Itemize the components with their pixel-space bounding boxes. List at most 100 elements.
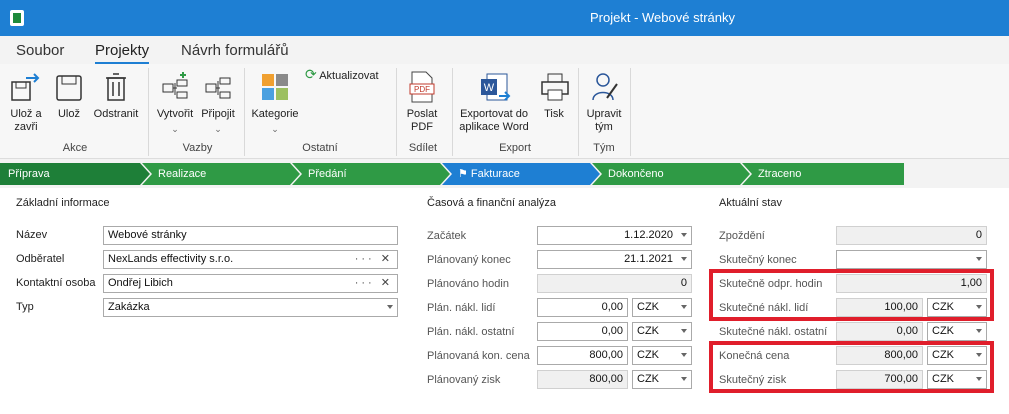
planned-other-cost-input[interactable]: 0,00: [537, 322, 628, 341]
currency-select[interactable]: CZK: [632, 370, 692, 389]
trash-icon: [106, 73, 126, 101]
category-button[interactable]: Kategorie ⌄: [250, 70, 300, 136]
create-button[interactable]: Vytvořit ⌄: [155, 70, 195, 136]
word-icon: W: [481, 73, 511, 101]
stage-fakturace[interactable]: ⚑ Fakturace: [442, 163, 600, 185]
ribbon-separator: [578, 68, 579, 156]
stage-realizace[interactable]: Realizace: [142, 163, 300, 185]
create-link-icon: [162, 72, 188, 99]
refresh-button[interactable]: ⟳ Aktualizovat: [305, 67, 390, 83]
export-word-button[interactable]: W Exportovat do aplikace Word: [456, 70, 532, 134]
currency-select[interactable]: CZK: [927, 322, 987, 341]
delete-button[interactable]: Odstranit: [92, 70, 140, 121]
chevron-down-icon: [681, 233, 687, 237]
attach-label: Připojit: [201, 108, 235, 120]
status-heading: Aktuální stav: [719, 197, 782, 209]
send-pdf-button[interactable]: PDF Poslat PDF: [402, 70, 442, 134]
highlight-real-costs: [709, 269, 994, 321]
chevron-down-icon: [681, 377, 687, 381]
stage-predani[interactable]: Předání: [292, 163, 450, 185]
refresh-label: Aktualizovat: [319, 70, 379, 82]
lookup-actions-icon[interactable]: ··· ✕: [355, 275, 393, 292]
planned-people-cost-input[interactable]: 0,00: [537, 298, 628, 317]
category-label: Kategorie: [251, 108, 299, 120]
type-label: Typ: [16, 301, 34, 313]
currency-select[interactable]: CZK: [632, 346, 692, 365]
currency-value: CZK: [637, 349, 659, 361]
customer-lookup[interactable]: NexLands effectivity s.r.o. ··· ✕: [103, 250, 398, 269]
planned-hours-label: Plánováno hodin: [427, 278, 509, 290]
stage-fakturace-label: Fakturace: [470, 168, 520, 180]
basic-info-heading: Základní informace: [16, 197, 110, 209]
planned-price-label: Plánovaná kon. cena: [427, 350, 530, 362]
real-end-field[interactable]: [836, 250, 987, 269]
ribbon: Ulož a zavři Ulož Odstranit Akce Vytvoři…: [0, 64, 1009, 159]
pdf-badge-text: PDF: [414, 85, 430, 94]
chevron-down-icon: [976, 329, 982, 333]
save-label: Ulož: [57, 108, 80, 120]
attach-button[interactable]: Připojit ⌄: [199, 70, 237, 136]
stage-bar: Příprava Realizace Předání ⚑ Fakturace D…: [0, 163, 1009, 185]
start-label: Začátek: [427, 230, 467, 242]
real-other-cost-field: 0,00: [836, 322, 923, 341]
export-word-label: Exportovat do aplikace Word: [459, 108, 529, 133]
stage-dokonceno[interactable]: Dokončeno: [592, 163, 750, 185]
lookup-actions-icon[interactable]: ··· ✕: [355, 251, 393, 268]
contact-label: Kontaktní osoba: [16, 277, 96, 289]
save-icon: [56, 75, 82, 101]
group-vazby: Vazby: [182, 142, 213, 154]
ribbon-separator: [148, 68, 149, 156]
real-end-label: Skutečný konec: [719, 254, 797, 266]
group-tym: Tým: [593, 142, 615, 154]
edit-team-button[interactable]: Upravit tým: [584, 70, 624, 134]
currency-value: CZK: [932, 325, 954, 337]
tab-soubor[interactable]: Soubor: [16, 42, 64, 59]
stage-priprava[interactable]: Příprava: [0, 163, 150, 185]
group-sdilet: Sdílet: [408, 142, 438, 154]
word-badge-text: W: [484, 82, 495, 94]
customer-value: NexLands effectivity s.r.o.: [108, 253, 234, 265]
planned-end-field[interactable]: 21.1.2021: [537, 250, 692, 269]
attach-link-icon: [205, 77, 231, 99]
save-close-icon: [11, 73, 40, 101]
currency-select[interactable]: CZK: [632, 298, 692, 317]
title-bar: Projekt - Webové stránky: [0, 0, 1009, 36]
print-label: Tisk: [544, 108, 564, 120]
currency-select[interactable]: CZK: [632, 322, 692, 341]
planned-end-label: Plánovaný konec: [427, 254, 511, 266]
save-button[interactable]: Ulož: [54, 70, 84, 121]
window-title: Projekt - Webové stránky: [590, 10, 735, 25]
delay-field: 0: [836, 226, 987, 245]
chevron-down-icon: [681, 329, 687, 333]
group-ostatni: Ostatní: [302, 142, 338, 154]
pdf-icon: PDF: [409, 71, 435, 103]
chevron-down-icon: [681, 257, 687, 261]
send-pdf-label: Poslat PDF: [406, 108, 438, 133]
contact-value: Ondřej Libich: [108, 277, 173, 289]
contact-lookup[interactable]: Ondřej Libich ··· ✕: [103, 274, 398, 293]
ribbon-separator: [630, 68, 631, 156]
currency-value: CZK: [637, 373, 659, 385]
delay-label: Zpoždění: [719, 230, 765, 242]
start-date-field[interactable]: 1.12.2020: [537, 226, 692, 245]
create-label: Vytvořit: [156, 108, 194, 120]
category-icon: [262, 74, 288, 100]
finance-heading: Časová a finanční analýza: [427, 197, 557, 209]
customer-label: Odběratel: [16, 253, 65, 265]
tab-projekty[interactable]: Projekty: [95, 42, 150, 64]
highlight-price-profit: [709, 341, 994, 393]
edit-team-label: Upravit tým: [586, 108, 622, 133]
tab-navrh-formularu[interactable]: Návrh formulářů: [181, 42, 289, 59]
stage-ztraceno[interactable]: Ztraceno: [742, 163, 904, 185]
print-button[interactable]: Tisk: [540, 70, 569, 121]
save-close-button[interactable]: Ulož a zavři: [6, 70, 46, 134]
type-select[interactable]: Zakázka: [103, 298, 398, 317]
chevron-down-icon: [387, 305, 393, 309]
chevron-down-icon: ⌄: [214, 124, 222, 134]
ribbon-separator: [244, 68, 245, 156]
ribbon-separator: [452, 68, 453, 156]
planned-price-input[interactable]: 800,00: [537, 346, 628, 365]
planned-hours-field: 0: [537, 274, 692, 293]
real-other-cost-label: Skutečné nákl. ostatní: [719, 326, 828, 338]
name-input[interactable]: Webové stránky: [103, 226, 398, 245]
